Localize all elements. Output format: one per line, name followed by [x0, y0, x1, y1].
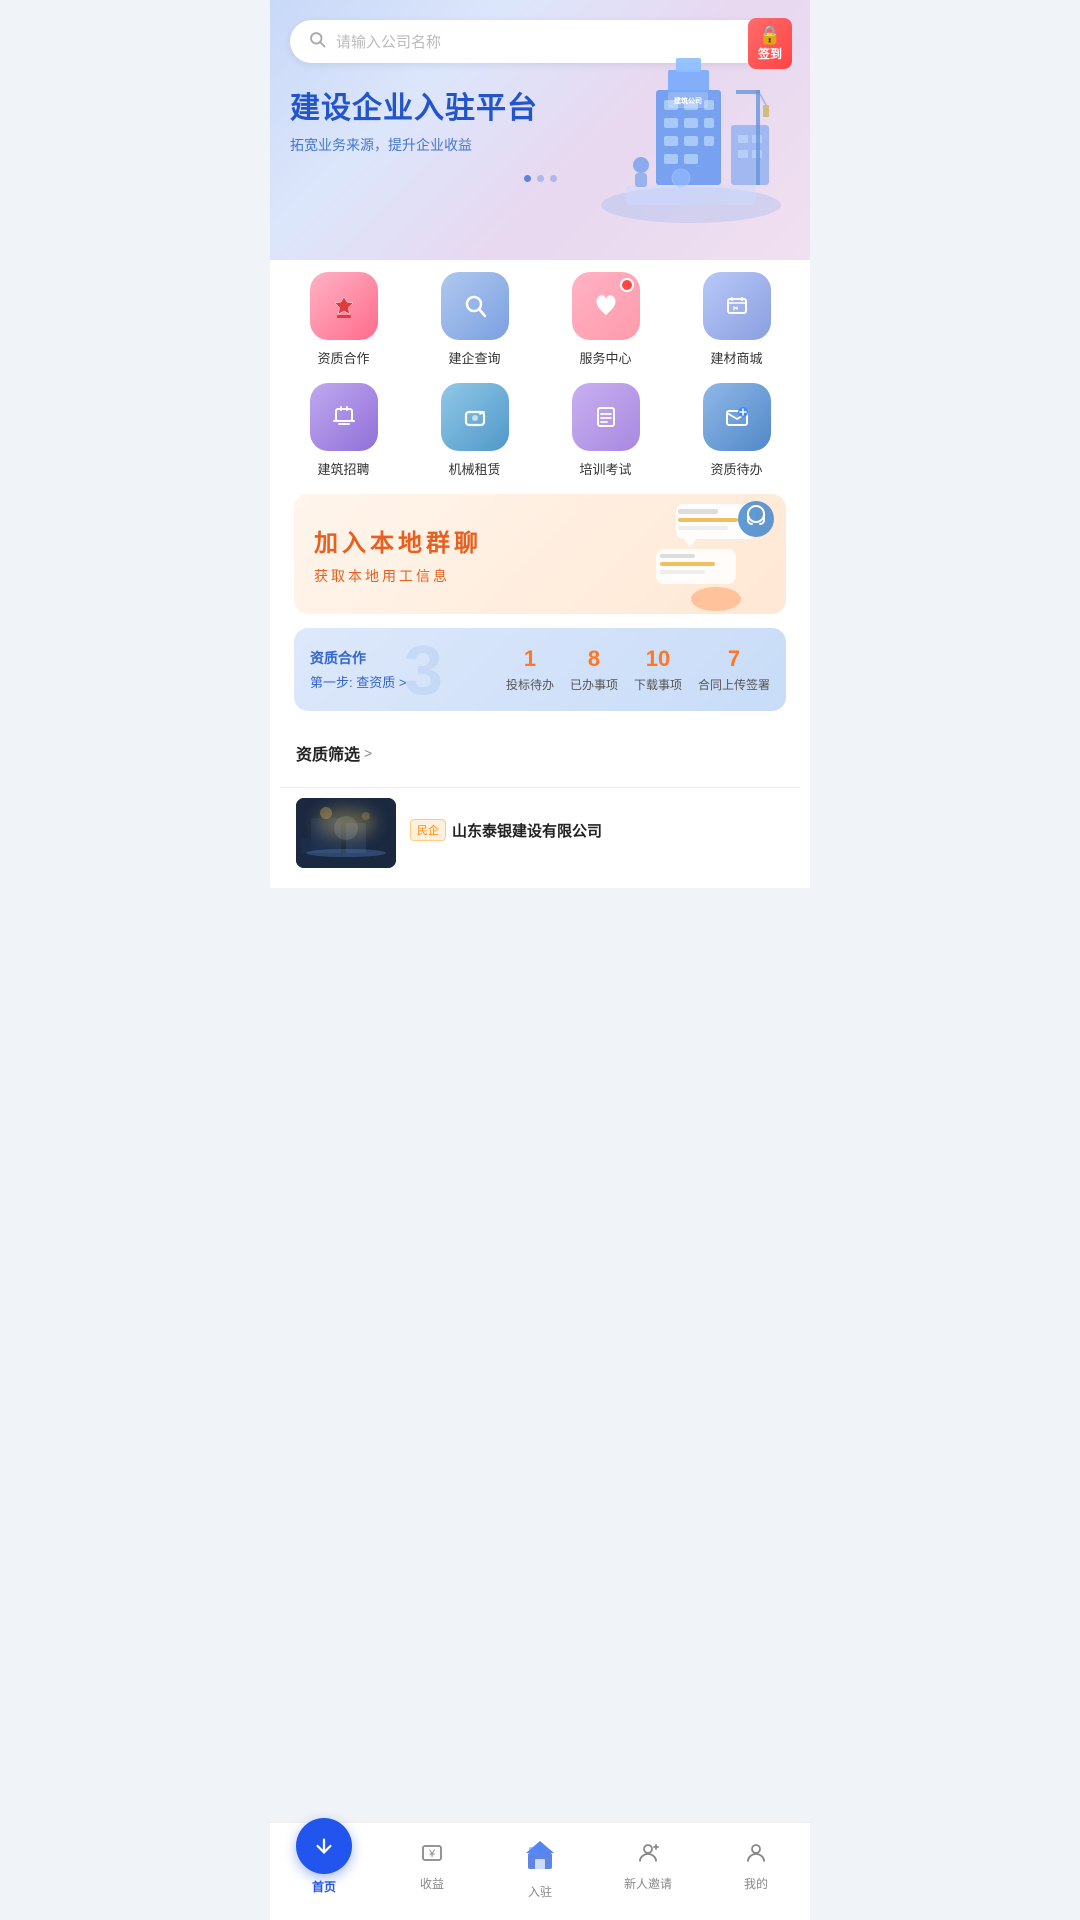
stats-num-1: 8	[588, 646, 600, 672]
bottom-nav: 首页 ¥ 收益 入驻	[270, 1822, 810, 1920]
grid-icon-6	[572, 383, 640, 451]
company-info: 民企 山东泰银建设有限公司	[410, 819, 784, 847]
filter-title: 资质筛选	[296, 741, 360, 765]
svg-text:¥: ¥	[428, 1848, 436, 1860]
stats-section-label: 资质合作	[310, 648, 410, 668]
grid-icon-3	[703, 272, 771, 340]
grid-item-1[interactable]: 建企查询	[411, 272, 538, 367]
grid-label-4: 建筑招聘	[317, 459, 369, 478]
grid-label-1: 建企查询	[448, 348, 500, 367]
hero-banner: 请输入公司名称 🔒 签到 建设企业入驻平台 拓宽业务来源，提升企业收益	[270, 0, 810, 260]
grid-item-5[interactable]: 机械租赁	[411, 383, 538, 478]
stats-label-0: 投标待办	[506, 676, 554, 693]
nav-invite-label: 新人邀请	[624, 1875, 672, 1892]
stats-bg-number: 3	[404, 635, 443, 705]
filter-section: 资质筛选 >	[280, 725, 800, 787]
stats-label-2: 下载事项	[634, 676, 682, 693]
nav-revenue[interactable]: ¥ 收益	[378, 1841, 486, 1892]
nav-home-icon	[296, 1818, 352, 1874]
grid-item-2[interactable]: 服务中心	[542, 272, 669, 367]
search-placeholder: 请输入公司名称	[336, 31, 441, 52]
grid-label-7: 资质待办	[710, 459, 762, 478]
nav-home[interactable]: 首页	[270, 1838, 378, 1895]
grid-item-4[interactable]: 建筑招聘	[280, 383, 407, 478]
grid-label-5: 机械租赁	[448, 459, 500, 478]
join-illustration	[616, 494, 776, 614]
stats-item-2: 10 下载事项	[634, 646, 682, 693]
search-icon	[308, 30, 326, 53]
stats-num-0: 1	[524, 646, 536, 672]
grid-icon-2	[572, 272, 640, 340]
nav-settle-label: 入驻	[528, 1883, 552, 1900]
grid-section: 资质合作 建企查询 服务中心	[270, 248, 810, 888]
nav-home-label: 首页	[312, 1878, 336, 1895]
icon-grid: 资质合作 建企查询 服务中心	[280, 272, 800, 478]
grid-label-3: 建材商城	[710, 348, 762, 367]
stats-section: 资质合作 第一步: 查资质 > 3 1 投标待办 8 已办事项 10 下载事项	[294, 628, 786, 711]
join-banner[interactable]: 加入本地群聊 获取本地用工信息	[294, 494, 786, 614]
filter-arrow: >	[364, 745, 372, 761]
nav-mine-icon	[744, 1841, 768, 1871]
hero-illustration: 建筑公司	[586, 30, 796, 230]
svg-text:建筑公司: 建筑公司	[674, 96, 702, 105]
grid-label-6: 培训考试	[579, 459, 631, 478]
stats-label-1: 已办事项	[570, 676, 618, 693]
grid-item-0[interactable]: 资质合作	[280, 272, 407, 367]
grid-label-2: 服务中心	[579, 348, 631, 367]
stats-label-3: 合同上传签署	[698, 676, 770, 693]
badge-dot-2	[620, 278, 634, 292]
company-card[interactable]: 民企 山东泰银建设有限公司	[280, 787, 800, 878]
company-name: 山东泰银建设有限公司	[452, 820, 602, 841]
grid-icon-4	[310, 383, 378, 451]
hero-dot-3[interactable]	[550, 175, 557, 182]
nav-revenue-label: 收益	[420, 1875, 444, 1892]
grid-icon-1	[441, 272, 509, 340]
company-thumbnail	[296, 798, 396, 868]
grid-icon-0	[310, 272, 378, 340]
grid-icon-5	[441, 383, 509, 451]
stats-numbers: 1 投标待办 8 已办事项 10 下载事项 7 合同上传签署	[506, 646, 770, 693]
grid-icon-7	[703, 383, 771, 451]
nav-revenue-icon: ¥	[420, 1841, 444, 1871]
hero-dot-1[interactable]	[524, 175, 531, 182]
nav-invite-icon	[636, 1841, 660, 1871]
grid-item-7[interactable]: 资质待办	[673, 383, 800, 478]
nav-settle-icon	[520, 1833, 560, 1879]
stats-section-link[interactable]: 第一步: 查资质 >	[310, 672, 410, 691]
company-tags: 民企 山东泰银建设有限公司	[410, 819, 784, 841]
nav-invite[interactable]: 新人邀请	[594, 1841, 702, 1892]
nav-settle[interactable]: 入驻	[486, 1833, 594, 1900]
hero-dot-2[interactable]	[537, 175, 544, 182]
stats-num-2: 10	[646, 646, 670, 672]
nav-mine[interactable]: 我的	[702, 1841, 810, 1892]
stats-item-0: 1 投标待办	[506, 646, 554, 693]
grid-item-6[interactable]: 培训考试	[542, 383, 669, 478]
filter-header[interactable]: 资质筛选 >	[296, 741, 784, 765]
nav-mine-label: 我的	[744, 1875, 768, 1892]
stats-item-3: 7 合同上传签署	[698, 646, 770, 693]
stats-num-3: 7	[728, 646, 740, 672]
stats-item-1: 8 已办事项	[570, 646, 618, 693]
stats-left: 资质合作 第一步: 查资质 >	[310, 648, 410, 691]
company-type-tag: 民企	[410, 819, 446, 841]
grid-item-3[interactable]: 建材商城	[673, 272, 800, 367]
grid-label-0: 资质合作	[317, 348, 369, 367]
